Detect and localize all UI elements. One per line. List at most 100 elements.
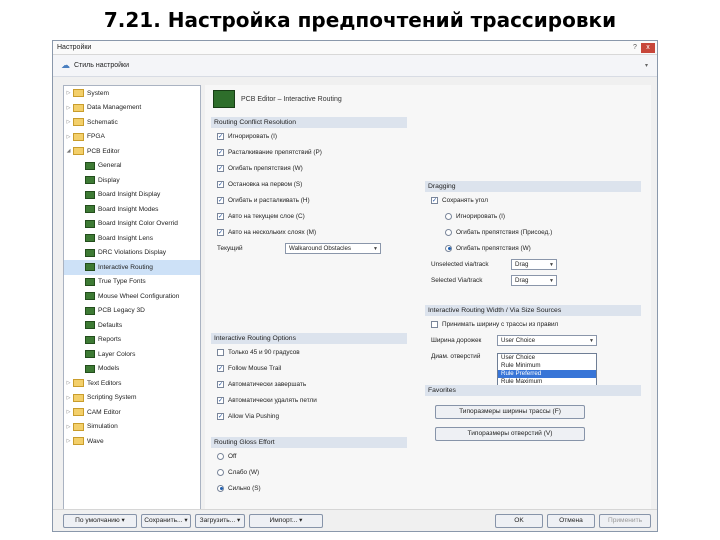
checkbox-row[interactable]: ✓ Автоматически удалять петли xyxy=(211,392,407,408)
radio-row[interactable]: Слабо (W) xyxy=(211,464,407,480)
tree-item[interactable]: Board Insight Lens xyxy=(64,231,200,246)
width-list-option[interactable]: User Choice xyxy=(498,354,596,362)
defaults-button[interactable]: По умолчанию ▾ xyxy=(63,514,137,528)
radio-button[interactable] xyxy=(445,228,452,236)
tree-item[interactable]: ▷ Text Editors xyxy=(64,376,200,391)
tree-item[interactable]: ▷ Schematic xyxy=(64,115,200,130)
collapsed-arrow-icon[interactable]: ▷ xyxy=(64,424,73,430)
tree-item[interactable]: ▷ System xyxy=(64,86,200,101)
checkbox-row[interactable]: ✓ Огибать препятствия (W) xyxy=(211,160,407,176)
checkbox-row[interactable]: ✓ Остановка на первом (S) xyxy=(211,176,407,192)
collapsed-arrow-icon[interactable]: ▷ xyxy=(64,119,73,125)
tree-item[interactable]: ▷ CAM Editor xyxy=(64,405,200,420)
tree-item[interactable]: Reports xyxy=(64,333,200,348)
width-select[interactable]: User Choice ▼ xyxy=(497,334,597,346)
tree-item[interactable]: Board Insight Color Overrid xyxy=(64,217,200,232)
tree-item[interactable]: ▷ Scripting System xyxy=(64,391,200,406)
width-list-option[interactable]: Rule Preferred xyxy=(498,370,596,378)
tree-item[interactable]: PCB Legacy 3D xyxy=(64,304,200,319)
checkbox[interactable]: ✓ xyxy=(217,196,224,204)
current-mode-select[interactable]: Walkaround Obstacles ▼ xyxy=(285,242,381,254)
tree-item[interactable]: Interactive Routing xyxy=(64,260,200,275)
cancel-button[interactable]: Отмена xyxy=(547,514,595,528)
via-size-favorites-button[interactable]: Типоразмеры отверстий (V) xyxy=(435,427,585,441)
tree-item[interactable]: Display xyxy=(64,173,200,188)
tree-item[interactable]: True Type Fonts xyxy=(64,275,200,290)
checkbox-row[interactable]: ✓ Огибать и расталкивать (H) xyxy=(211,192,407,208)
checkbox-row[interactable]: ✓ Автоматически завершать xyxy=(211,376,407,392)
checkbox[interactable]: ✓ xyxy=(217,380,224,388)
collapsed-arrow-icon[interactable]: ▷ xyxy=(64,90,73,96)
pickup-checkbox[interactable] xyxy=(431,320,438,328)
preserve-angle-checkbox[interactable]: ✓ xyxy=(431,196,438,204)
import-button[interactable]: Импорт... ▾ xyxy=(249,514,323,528)
checkbox-row[interactable]: ✓ Игнорировать (I) xyxy=(211,128,407,144)
tree-item[interactable]: Models xyxy=(64,362,200,377)
checkbox-row[interactable]: ✓ Allow Via Pushing xyxy=(211,408,407,424)
collapsed-arrow-icon[interactable]: ▷ xyxy=(64,438,73,444)
checkbox[interactable]: ✓ xyxy=(217,180,224,188)
collapsed-arrow-icon[interactable]: ▷ xyxy=(64,105,73,111)
radio-button[interactable] xyxy=(217,468,224,476)
track-width-favorites-button[interactable]: Типоразмеры ширины трассы (F) xyxy=(435,405,585,419)
ok-button[interactable]: OK xyxy=(495,514,543,528)
tree-item[interactable]: ▷ Simulation xyxy=(64,420,200,435)
radio-row[interactable]: Сильно (S) xyxy=(211,480,407,496)
checkbox-row[interactable]: ✓ Расталкивание препятствий (P) xyxy=(211,144,407,160)
option-label: Сильно (S) xyxy=(228,484,261,492)
collapsed-arrow-icon[interactable]: ▷ xyxy=(64,380,73,386)
checkbox-row[interactable]: Только 45 и 90 градусов xyxy=(211,344,407,360)
pickup-row[interactable]: Принимать ширину с трассы из правил xyxy=(425,316,641,332)
checkbox[interactable]: ✓ xyxy=(217,228,224,236)
checkbox-row[interactable]: ✓ Авто на нескольких слоях (M) xyxy=(211,224,407,240)
checkbox[interactable]: ✓ xyxy=(217,364,224,372)
collapsed-arrow-icon[interactable]: ▷ xyxy=(64,409,73,415)
tree-item[interactable]: Board Insight Modes xyxy=(64,202,200,217)
preserve-angle-label: Сохранять угол xyxy=(442,196,488,204)
radio-row[interactable]: Огибать препятствия (W) xyxy=(439,240,641,256)
chevron-down-icon[interactable]: ▾ xyxy=(645,62,657,69)
radio-button[interactable] xyxy=(445,244,452,252)
checkbox-row[interactable]: ✓ Авто на текущем слое (C) xyxy=(211,208,407,224)
checkbox[interactable]: ✓ xyxy=(217,212,224,220)
width-list-option[interactable]: Rule Minimum xyxy=(498,362,596,370)
tree-item[interactable]: General xyxy=(64,159,200,174)
checkbox[interactable]: ✓ xyxy=(217,412,224,420)
tree-item-label: Models xyxy=(98,365,120,373)
tree-item[interactable]: Board Insight Display xyxy=(64,188,200,203)
tree-item[interactable]: DRC Violations Display xyxy=(64,246,200,261)
apply-button[interactable]: Применить xyxy=(599,514,651,528)
tree-item[interactable]: ▷ Wave xyxy=(64,434,200,449)
checkbox[interactable] xyxy=(217,348,224,356)
tree-item[interactable]: ▷ Data Management xyxy=(64,101,200,116)
tree-item[interactable]: ▷ FPGA xyxy=(64,130,200,145)
radio-button[interactable] xyxy=(217,452,224,460)
expanded-arrow-icon[interactable]: ◢ xyxy=(64,148,73,154)
selected-select[interactable]: Drag ▼ xyxy=(511,274,557,286)
radio-button[interactable] xyxy=(445,212,452,220)
radio-row[interactable]: Off xyxy=(211,448,407,464)
save-button[interactable]: Сохранить... ▾ xyxy=(141,514,191,528)
collapsed-arrow-icon[interactable]: ▷ xyxy=(64,134,73,140)
pcb-page-icon xyxy=(85,234,95,243)
help-icon[interactable]: ? xyxy=(629,44,641,51)
radio-row[interactable]: Огибать препятствия (Присоед.) xyxy=(439,224,641,240)
pcb-page-icon xyxy=(85,161,95,170)
load-button[interactable]: Загрузить... ▾ xyxy=(195,514,245,528)
checkbox[interactable]: ✓ xyxy=(217,132,224,140)
collapsed-arrow-icon[interactable]: ▷ xyxy=(64,395,73,401)
close-icon[interactable]: x xyxy=(641,42,655,53)
tree-item[interactable]: ◢ PCB Editor xyxy=(64,144,200,159)
preserve-angle-row[interactable]: ✓ Сохранять угол xyxy=(425,192,641,208)
radio-button[interactable] xyxy=(217,484,224,492)
checkbox-row[interactable]: ✓ Follow Mouse Trail xyxy=(211,360,407,376)
checkbox[interactable]: ✓ xyxy=(217,164,224,172)
tree-item[interactable]: Layer Colors xyxy=(64,347,200,362)
unselected-row: Unselected via/track Drag ▼ xyxy=(425,256,641,272)
checkbox[interactable]: ✓ xyxy=(217,148,224,156)
unselected-select[interactable]: Drag ▼ xyxy=(511,258,557,270)
radio-row[interactable]: Игнорировать (I) xyxy=(439,208,641,224)
checkbox[interactable]: ✓ xyxy=(217,396,224,404)
tree-item[interactable]: Defaults xyxy=(64,318,200,333)
tree-item[interactable]: Mouse Wheel Configuration xyxy=(64,289,200,304)
